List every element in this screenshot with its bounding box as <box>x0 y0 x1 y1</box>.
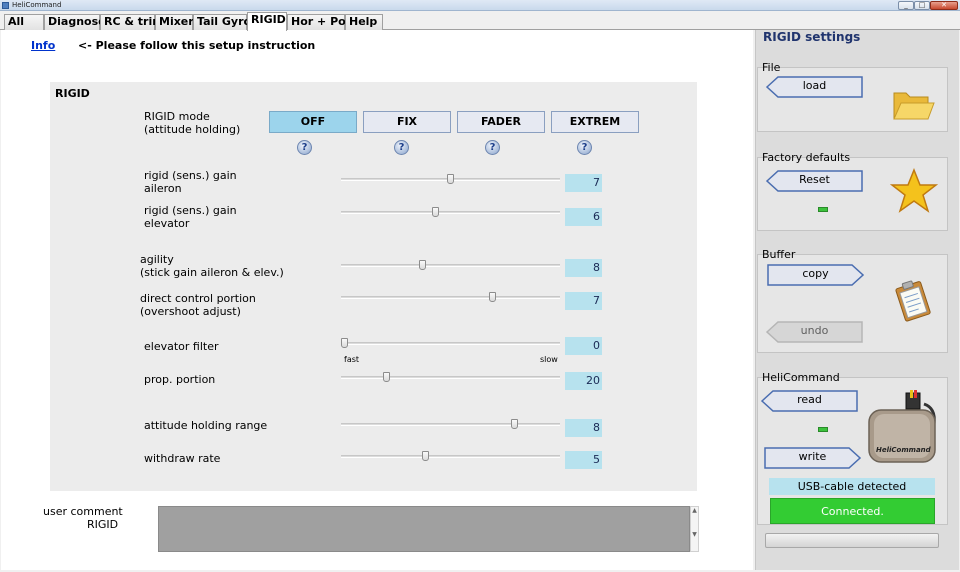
slider-sublabel: aileron <box>144 182 182 195</box>
maximize-button[interactable]: □ <box>914 1 930 10</box>
help-fix-icon[interactable]: ? <box>394 140 409 155</box>
direct-control-slider[interactable] <box>489 292 497 302</box>
copy-label: copy <box>802 267 829 280</box>
tab-all[interactable]: All <box>4 14 44 30</box>
elevator-gain-value[interactable]: 6 <box>565 208 602 226</box>
progress-bar <box>765 533 939 548</box>
usb-status-badge: USB-cable detected <box>769 478 935 495</box>
withdraw-rate-track <box>341 455 560 458</box>
slider-sublabel: (stick gain aileron & elev.) <box>140 266 284 279</box>
filter-slow-label: slow <box>540 355 558 364</box>
elevator-gain-track <box>341 211 560 214</box>
slider-sublabel: (overshoot adjust) <box>140 305 241 318</box>
holding-range-track <box>341 423 560 426</box>
info-link[interactable]: Info <box>31 39 55 52</box>
slider-label: withdraw rate <box>144 452 221 465</box>
rigid-panel-title: RIGID <box>55 87 90 100</box>
minimize-button[interactable]: _ <box>898 1 914 10</box>
file-group-label: File <box>762 61 781 74</box>
helicommand-label: HeliCommand <box>762 371 840 384</box>
agility-slider[interactable] <box>419 260 427 270</box>
user-comment-sublabel: RIGID <box>87 518 119 531</box>
mode-fix-button[interactable]: FIX <box>363 111 451 133</box>
load-button[interactable]: load <box>766 76 863 98</box>
holding-range-value[interactable]: 8 <box>565 419 602 437</box>
user-comment-label: user comment <box>43 505 123 518</box>
connection-status-badge: Connected. <box>770 498 935 524</box>
copy-button[interactable]: copy <box>767 264 864 286</box>
direct-control-value[interactable]: 7 <box>565 292 602 310</box>
write-label: write <box>798 450 827 463</box>
factory-status-led <box>818 207 828 212</box>
mode-fader-button[interactable]: FADER <box>457 111 545 133</box>
prop-portion-value[interactable]: 20 <box>565 372 602 390</box>
helicommand-status-led <box>818 427 828 432</box>
prop-portion-track <box>341 376 560 379</box>
help-fader-icon[interactable]: ? <box>485 140 500 155</box>
tab-rigid[interactable]: RIGID <box>247 12 287 31</box>
device-label: HeliCommand <box>876 446 931 454</box>
mode-off-button[interactable]: OFF <box>269 111 357 133</box>
tab-diagnose[interactable]: Diagnose <box>44 14 106 30</box>
slider-label: rigid (sens.) gain <box>144 169 237 182</box>
title-bar: HeliCommand _ □ ✕ <box>0 0 960 11</box>
reset-button[interactable]: Reset <box>766 170 863 192</box>
elevator-gain-slider[interactable] <box>432 207 440 217</box>
slider-label: attitude holding range <box>144 419 268 432</box>
slider-label: prop. portion <box>144 373 216 386</box>
slider-label: rigid (sens.) gain <box>144 204 237 217</box>
elevator-filter-value[interactable]: 0 <box>565 337 602 355</box>
withdraw-rate-value[interactable]: 5 <box>565 451 602 469</box>
clipboard-icon[interactable] <box>892 278 936 324</box>
slider-sublabel: elevator <box>144 217 190 230</box>
device-icon: HeliCommand <box>866 390 940 470</box>
agility-value[interactable]: 8 <box>565 259 602 277</box>
mode-extrem-button[interactable]: EXTREM <box>551 111 639 133</box>
slider-label: agility <box>140 253 174 266</box>
elevator-filter-slider[interactable] <box>341 338 348 348</box>
rigid-mode-sublabel: (attitude holding) <box>144 123 241 136</box>
close-button[interactable]: ✕ <box>930 1 958 10</box>
buffer-label: Buffer <box>762 248 796 261</box>
rigid-mode-label: RIGID mode <box>144 110 210 123</box>
elevator-filter-track <box>341 342 560 345</box>
withdraw-rate-slider[interactable] <box>421 451 429 461</box>
aileron-gain-value[interactable]: 7 <box>565 174 602 192</box>
prop-portion-slider[interactable] <box>383 372 391 382</box>
reset-label: Reset <box>799 173 830 186</box>
tab-rc-trim[interactable]: RC & trim <box>100 14 164 30</box>
tab-help[interactable]: Help <box>345 14 383 30</box>
undo-button[interactable]: undo <box>766 321 863 343</box>
info-instruction: <- Please follow this setup instruction <box>78 39 316 52</box>
agility-track <box>341 264 560 267</box>
aileron-gain-slider[interactable] <box>447 174 454 184</box>
write-button[interactable]: write <box>764 447 861 469</box>
app-icon <box>2 2 9 9</box>
factory-defaults-label: Factory defaults <box>762 151 851 164</box>
direct-control-track <box>341 296 560 299</box>
slider-label: elevator filter <box>144 340 219 353</box>
tab-tail-gyro[interactable]: Tail Gyro <box>193 14 251 30</box>
help-off-icon[interactable]: ? <box>297 140 312 155</box>
undo-label: undo <box>800 324 829 337</box>
device-graphic <box>868 390 936 463</box>
folder-icon[interactable] <box>891 85 935 125</box>
window-title: HeliCommand <box>12 1 62 9</box>
holding-range-slider[interactable] <box>510 419 518 429</box>
help-extrem-icon[interactable]: ? <box>577 140 592 155</box>
tab-mixer[interactable]: Mixer <box>155 14 194 30</box>
filter-fast-label: fast <box>344 355 360 364</box>
tab-bar: All Diagnose RC & trim Mixer Tail Gyro R… <box>0 12 960 31</box>
user-comment-input[interactable] <box>158 506 690 552</box>
read-button[interactable]: read <box>761 390 858 412</box>
read-label: read <box>797 393 822 406</box>
comment-scrollbar[interactable]: ▲ ▼ <box>690 506 699 552</box>
load-label: load <box>802 79 827 92</box>
slider-label: direct control portion <box>140 292 256 305</box>
settings-title: RIGID settings <box>763 30 861 44</box>
star-icon[interactable] <box>890 168 938 214</box>
tab-hor-pos[interactable]: Hor + Pos <box>287 14 352 30</box>
